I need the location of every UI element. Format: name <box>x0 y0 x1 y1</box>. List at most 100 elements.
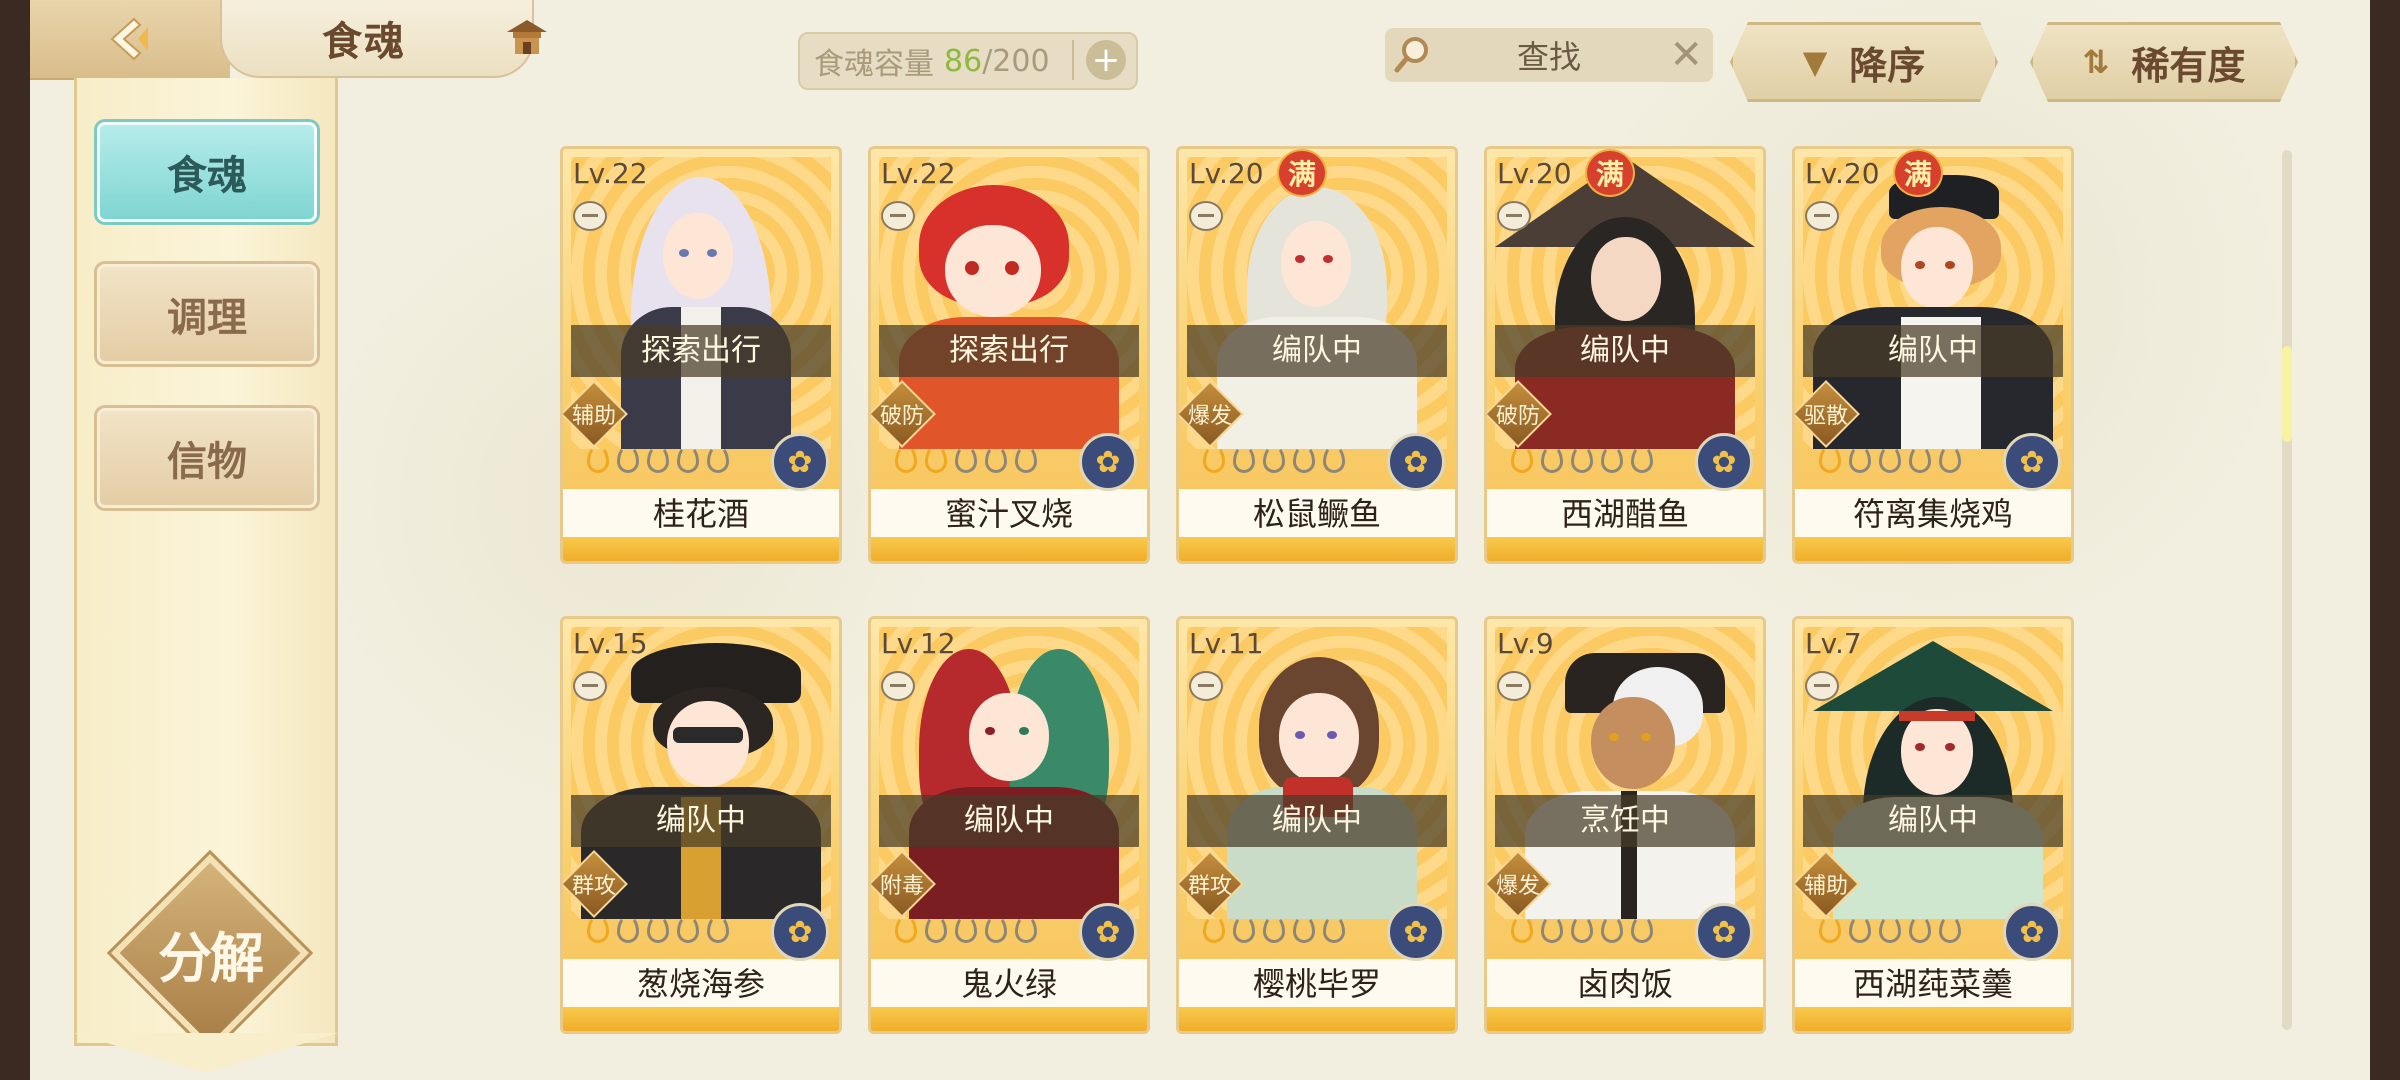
food-soul-card[interactable]: Lv.22 探索出行 破防 蜜汁叉烧 <box>868 146 1150 564</box>
lock-icon[interactable] <box>1189 201 1223 231</box>
star-icon <box>1631 915 1653 943</box>
food-soul-card[interactable]: Lv.15 编队中 群攻 葱烧海参 <box>560 616 842 1034</box>
lock-icon[interactable] <box>1189 671 1223 701</box>
food-soul-card[interactable]: Lv.9 烹饪中 爆发 卤肉饭 <box>1484 616 1766 1034</box>
star-icon <box>587 915 609 943</box>
status-banner: 编队中 <box>1187 795 1447 847</box>
sort-order-button[interactable]: ▼ 降序 <box>1730 22 1998 102</box>
star-icon <box>955 915 977 943</box>
element-flower-icon <box>2003 903 2061 961</box>
food-soul-card[interactable]: Lv.20 满 编队中 爆发 松鼠鳜鱼 <box>1176 146 1458 564</box>
lock-icon[interactable] <box>881 201 915 231</box>
food-soul-card[interactable]: Lv.11 编队中 群攻 樱桃毕罗 <box>1176 616 1458 1034</box>
star-rating <box>895 445 1045 473</box>
star-rating <box>1511 915 1661 943</box>
max-level-badge: 满 <box>1585 149 1635 197</box>
card-rarity-bar <box>1795 1007 2071 1031</box>
star-rating <box>587 445 737 473</box>
page-title: 食魂 <box>322 18 406 65</box>
card-rarity-bar <box>1179 1007 1455 1031</box>
star-icon <box>1571 915 1593 943</box>
element-wing-icon <box>1695 433 1753 491</box>
star-icon <box>617 445 639 473</box>
sort-order-label: 降序 <box>1849 43 1926 88</box>
max-level-badge: 满 <box>1893 149 1943 197</box>
star-icon <box>1601 915 1623 943</box>
capacity-max: 200 <box>992 43 1050 79</box>
lock-icon[interactable] <box>1497 201 1531 231</box>
star-rating <box>1819 915 1969 943</box>
scrollbar[interactable] <box>2282 150 2292 1030</box>
role-badge: 附毒 <box>871 850 936 918</box>
sort-arrows-icon: ⇅ <box>2082 43 2110 81</box>
element-flower-icon <box>771 433 829 491</box>
scrollbar-thumb[interactable] <box>2282 346 2292 442</box>
role-label: 驱散 <box>1803 404 1848 429</box>
status-banner: 探索出行 <box>879 325 1139 377</box>
status-banner: 编队中 <box>1187 325 1447 377</box>
sort-key-button[interactable]: ⇅ 稀有度 <box>2030 22 2298 102</box>
element-flower-icon <box>1079 433 1137 491</box>
star-icon <box>1849 445 1871 473</box>
element-flower-icon <box>1695 903 1753 961</box>
food-soul-card[interactable]: Lv.20 满 编队中 驱散 符离集烧鸡 <box>1792 146 2074 564</box>
star-icon <box>1939 915 1961 943</box>
role-label: 爆发 <box>1187 404 1232 429</box>
status-banner: 编队中 <box>879 795 1139 847</box>
star-rating <box>1511 445 1661 473</box>
star-icon <box>1203 915 1225 943</box>
lock-icon[interactable] <box>1805 201 1839 231</box>
star-icon <box>1909 915 1931 943</box>
capacity-label: 食魂容量 <box>814 47 934 82</box>
sidebar-item-food-souls[interactable]: 食魂 <box>97 122 317 222</box>
status-banner: 探索出行 <box>571 325 831 377</box>
search-input[interactable]: 查找 <box>1385 32 1713 78</box>
top-bar: 食魂 <box>30 0 2370 80</box>
card-rarity-bar <box>871 1007 1147 1031</box>
back-button[interactable] <box>30 0 230 80</box>
star-icon <box>1909 445 1931 473</box>
food-soul-name: 葱烧海参 <box>563 959 839 1009</box>
star-icon <box>955 445 977 473</box>
food-soul-name: 西湖莼菜羹 <box>1795 959 2071 1009</box>
lock-icon[interactable] <box>573 671 607 701</box>
add-capacity-button[interactable]: + <box>1086 40 1126 80</box>
role-badge: 爆发 <box>1487 850 1552 918</box>
role-badge: 群攻 <box>1179 850 1244 918</box>
role-badge: 群攻 <box>563 850 628 918</box>
role-label: 辅助 <box>1803 874 1848 899</box>
star-icon <box>1263 915 1285 943</box>
lock-icon[interactable] <box>1805 671 1839 701</box>
star-icon <box>1571 445 1593 473</box>
capacity-current: 86 <box>944 43 983 79</box>
status-banner: 编队中 <box>1803 325 2063 377</box>
sidebar-item-conditioning[interactable]: 调理 <box>97 264 317 364</box>
home-pavilion-icon[interactable] <box>505 18 549 58</box>
star-icon <box>1233 445 1255 473</box>
star-icon <box>1849 915 1871 943</box>
sidebar-item-tokens[interactable]: 信物 <box>97 408 317 508</box>
level-label: Lv.12 <box>881 627 956 660</box>
food-soul-card[interactable]: Lv.7 编队中 辅助 西湖莼菜羹 <box>1792 616 2074 1034</box>
star-icon <box>1939 445 1961 473</box>
capacity-divider <box>1072 40 1074 80</box>
lock-icon[interactable] <box>1497 671 1531 701</box>
status-banner: 编队中 <box>1803 795 2063 847</box>
capacity-indicator: 食魂容量 86/200 + <box>798 32 1138 90</box>
food-soul-card[interactable]: Lv.20 满 编队中 破防 西湖醋鱼 <box>1484 146 1766 564</box>
decompose-button[interactable]: 分解 <box>111 854 309 1052</box>
element-flower-icon <box>1387 903 1445 961</box>
lock-icon[interactable] <box>573 201 607 231</box>
level-label: Lv.20 <box>1497 157 1572 190</box>
food-soul-card[interactable]: Lv.12 编队中 附毒 鬼火绿 <box>868 616 1150 1034</box>
food-soul-card[interactable]: Lv.22 探索出行 辅助 桂花酒 <box>560 146 842 564</box>
food-soul-name: 桂花酒 <box>563 489 839 539</box>
star-icon <box>925 915 947 943</box>
element-flower-icon <box>2003 433 2061 491</box>
screen-edge-left <box>0 0 30 1080</box>
star-icon <box>677 915 699 943</box>
max-level-badge: 满 <box>1277 149 1327 197</box>
clear-search-icon[interactable]: ✕ <box>1669 32 1703 78</box>
search-box[interactable]: 查找 ✕ <box>1385 28 1713 82</box>
lock-icon[interactable] <box>881 671 915 701</box>
